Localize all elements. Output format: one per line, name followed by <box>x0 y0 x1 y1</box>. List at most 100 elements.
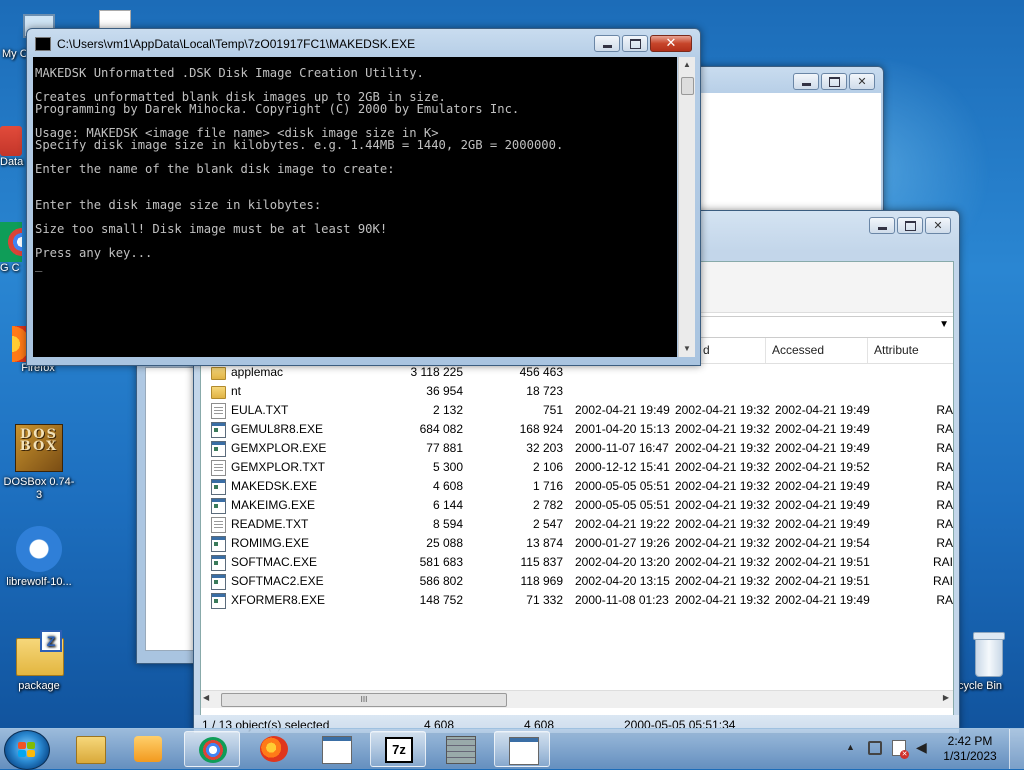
volume-icon[interactable]: ◀ <box>916 740 932 756</box>
desktop-icon-recycle-bin[interactable]: cycle Bin <box>952 632 1024 693</box>
file-name: GEMXPLOR.EXE <box>231 441 327 455</box>
console-title: C:\Users\vm1\AppData\Local\Temp\7zO01917… <box>57 37 416 51</box>
column-header-attributes[interactable]: Attribute <box>867 338 953 363</box>
file-accessed: 2002-04-21 19:54 <box>775 536 870 550</box>
taskbar-button-firefox[interactable] <box>246 731 302 767</box>
show-desktop-button[interactable] <box>1009 729 1024 769</box>
file-row[interactable]: EULA.TXT 2 132 751 2002-04-21 19:49 2002-04-… <box>201 401 953 420</box>
file-row[interactable]: GEMUL8R8.EXE 684 082 168 924 2001-04-20 15:… <box>201 420 953 439</box>
close-button[interactable]: ✕ <box>650 35 692 52</box>
file-size: 25 088 <box>426 536 463 550</box>
desktop-icon-librewolf[interactable]: librewolf-10... <box>2 526 76 589</box>
maximize-button[interactable] <box>622 35 648 52</box>
scroll-left-icon[interactable]: ◀ <box>203 693 209 702</box>
file-created: 2002-04-21 19:32 <box>675 536 770 550</box>
file-accessed: 2002-04-21 19:51 <box>775 555 870 569</box>
taskbar-button-chrome[interactable] <box>184 731 240 767</box>
file-modified: 2000-05-05 05:51 <box>575 498 670 512</box>
taskbar: 7z ▲ ✕ ◀ 2:42 PM 1/31/2023 <box>0 728 1024 770</box>
desktop-icon-package[interactable]: Z package <box>2 630 76 693</box>
console-window[interactable]: C:\Users\vm1\AppData\Local\Temp\7zO01917… <box>26 28 701 366</box>
file-packed: 2 782 <box>532 498 563 512</box>
console-titlebar[interactable]: C:\Users\vm1\AppData\Local\Temp\7zO01917… <box>35 35 590 53</box>
taskbar-button-7zip[interactable]: 7z <box>370 731 426 767</box>
taskbar-button-media-player[interactable] <box>120 731 176 767</box>
file-attr: RA <box>936 536 953 550</box>
file-created: 2002-04-21 19:32 <box>675 517 770 531</box>
window-controls: ✕ <box>791 73 875 90</box>
scrollbar-thumb[interactable] <box>681 77 694 95</box>
file-packed: 456 463 <box>519 365 563 379</box>
network-icon[interactable] <box>868 741 882 755</box>
file-created: 2002-04-21 19:32 <box>675 498 770 512</box>
start-button[interactable] <box>4 730 50 770</box>
scroll-down-icon[interactable]: ▼ <box>679 341 695 357</box>
taskbar-button-console[interactable] <box>308 731 364 767</box>
file-packed: 115 837 <box>520 555 564 569</box>
close-icon: ✕ <box>665 36 677 51</box>
text-file-icon <box>211 460 226 476</box>
system-tray: ▲ ✕ ◀ 2:42 PM 1/31/2023 <box>842 729 1012 769</box>
windows-logo-icon <box>18 742 36 758</box>
file-modified: 2002-04-20 13:15 <box>575 574 670 588</box>
file-row[interactable]: ROMIMG.EXE 25 088 13 874 2000-01-27 19:26 20… <box>201 534 953 553</box>
scroll-up-icon[interactable]: ▲ <box>679 57 695 73</box>
zip-badge: Z <box>40 630 62 652</box>
file-created: 2002-04-21 19:32 <box>675 460 770 474</box>
file-name: XFORMER8.EXE <box>231 593 326 607</box>
file-row[interactable]: GEMXPLOR.EXE 77 881 32 203 2000-11-07 16:47… <box>201 439 953 458</box>
clock[interactable]: 2:42 PM 1/31/2023 <box>940 734 1000 764</box>
maximize-button[interactable] <box>897 217 923 234</box>
minimize-button[interactable] <box>869 217 895 234</box>
scroll-right-icon[interactable]: ▶ <box>943 693 949 702</box>
desktop-icon-label: package <box>18 680 60 692</box>
file-name: MAKEDSK.EXE <box>231 479 318 493</box>
maximize-button[interactable] <box>821 73 847 90</box>
file-accessed: 2002-04-21 19:49 <box>775 498 870 512</box>
show-hidden-icons[interactable]: ▲ <box>846 742 855 752</box>
file-size: 77 881 <box>426 441 463 455</box>
vertical-scrollbar[interactable]: ▲ ▼ <box>678 57 695 357</box>
file-row[interactable]: MAKEIMG.EXE 6 144 2 782 2000-05-05 05:51 200… <box>201 496 953 515</box>
file-size: 684 082 <box>419 422 463 436</box>
taskbar-button-explorer[interactable] <box>62 731 118 767</box>
column-header-created[interactable]: d <box>697 338 765 363</box>
console-text: MAKEDSK Unformatted .DSK Disk Image Crea… <box>35 66 564 272</box>
desktop-icon-dosbox[interactable]: DOS BOX DOSBox 0.74-3 <box>2 424 76 502</box>
desktop-icon-label: librewolf-10... <box>6 576 72 588</box>
chrome-icon <box>0 222 22 262</box>
minimize-button[interactable] <box>793 73 819 90</box>
executable-icon <box>211 441 226 457</box>
file-row[interactable]: GEMXPLOR.TXT 5 300 2 106 2000-12-12 15:41 20… <box>201 458 953 477</box>
file-row[interactable]: nt 36 954 18 723 <box>201 382 953 401</box>
file-row[interactable]: XFORMER8.EXE 148 752 71 332 2000-11-08 01:2… <box>201 591 953 610</box>
file-row[interactable]: SOFTMAC.EXE 581 683 115 837 2002-04-20 13:2… <box>201 553 953 572</box>
file-row[interactable]: README.TXT 8 594 2 547 2002-04-21 19:22 2002… <box>201 515 953 534</box>
taskbar-button-console[interactable] <box>494 731 550 767</box>
file-name: README.TXT <box>231 517 309 531</box>
column-header-accessed[interactable]: Accessed <box>765 338 867 363</box>
action-center-icon[interactable]: ✕ <box>892 740 909 759</box>
taskbar-button-firewall[interactable] <box>432 731 488 767</box>
file-accessed: 2002-04-21 19:49 <box>775 479 870 493</box>
dosbox-icon-letters: DOS BOX <box>16 428 62 453</box>
file-row[interactable]: SOFTMAC2.EXE 586 802 118 969 2002-04-20 13:… <box>201 572 953 591</box>
file-name: GEMUL8R8.EXE <box>231 422 324 436</box>
7zip-icon: 7z <box>385 737 413 763</box>
executable-icon <box>211 422 226 438</box>
console-output[interactable]: MAKEDSK Unformatted .DSK Disk Image Crea… <box>33 57 677 357</box>
recycle-bin-icon <box>971 632 1005 677</box>
file-created: 2002-04-21 19:32 <box>675 403 770 417</box>
minimize-button[interactable] <box>594 35 620 52</box>
close-button[interactable]: ✕ <box>925 217 951 234</box>
file-attr: RA <box>936 593 953 607</box>
text-file-icon <box>211 517 226 533</box>
horizontal-scrollbar[interactable]: ◀ III ▶ <box>201 690 953 708</box>
close-button[interactable]: ✕ <box>849 73 875 90</box>
chevron-down-icon[interactable]: ▼ <box>939 319 949 330</box>
file-row[interactable]: MAKEDSK.EXE 4 608 1 716 2000-05-05 05:51 200… <box>201 477 953 496</box>
scrollbar-thumb[interactable]: III <box>221 693 507 707</box>
file-modified: 2002-04-20 13:20 <box>575 555 670 569</box>
file-created: 2002-04-21 19:32 <box>675 422 770 436</box>
file-size: 36 954 <box>426 384 463 398</box>
